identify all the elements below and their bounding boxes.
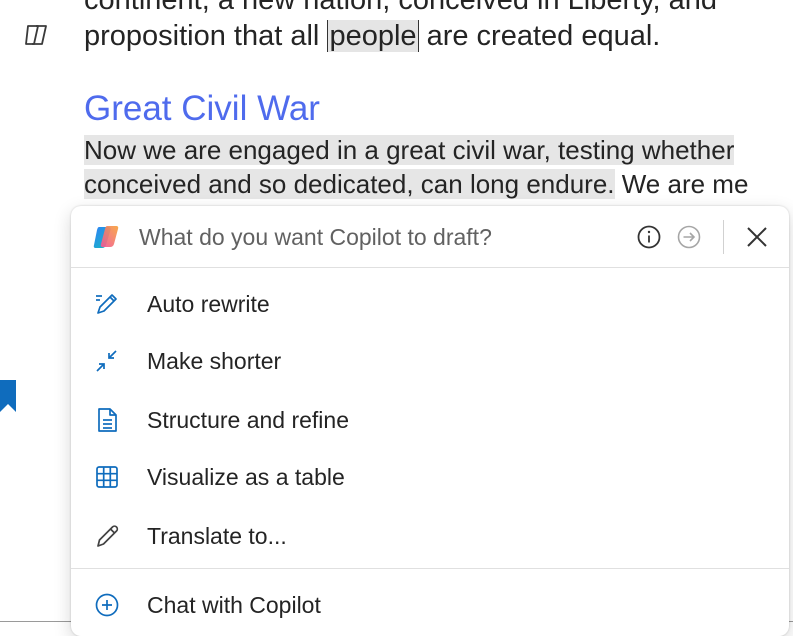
copilot-logo-icon: [93, 223, 121, 251]
text-run: proposition that all: [84, 20, 328, 52]
text-run: continent, a new nation, conceived in Li…: [84, 0, 718, 16]
text-run: are created equal.: [418, 20, 661, 52]
menu-item-label: Visualize as a table: [147, 464, 345, 490]
pen-sparkle-icon: [93, 290, 121, 318]
selected-word[interactable]: people: [327, 20, 419, 52]
pencil-icon: [93, 522, 121, 550]
menu-item-label: Structure and refine: [147, 407, 350, 433]
menu-item-label: Chat with Copilot: [147, 592, 321, 618]
divider: [71, 568, 789, 569]
menu-item-auto-rewrite[interactable]: Auto rewrite: [71, 276, 789, 332]
menu-item-chat-with-copilot[interactable]: Chat with Copilot: [71, 577, 789, 633]
document-text-line: Now we are engaged in a great civil war,…: [84, 134, 735, 167]
menu-item-label: Auto rewrite: [147, 291, 270, 317]
copilot-margin-icon[interactable]: [22, 22, 50, 48]
divider: [723, 220, 724, 254]
section-heading: Great Civil War: [84, 89, 320, 128]
highlighted-text: Now we are engaged in a great civil war,…: [84, 135, 735, 165]
send-arrow-icon[interactable]: [676, 224, 702, 250]
copilot-draft-menu: Auto rewrite Make shorter Structure and …: [71, 206, 789, 636]
document-text-line: conceived and so dedicated, can long end…: [84, 168, 748, 201]
menu-item-make-shorter[interactable]: Make shorter: [71, 333, 789, 389]
document-lines-icon: [93, 406, 121, 434]
highlighted-text: conceived and so dedicated, can long end…: [84, 169, 615, 199]
divider: [71, 267, 789, 268]
menu-item-label: Translate to...: [147, 523, 287, 549]
copilot-prompt-input[interactable]: [139, 220, 609, 254]
text-run: We are me: [614, 169, 749, 199]
menu-item-label: Make shorter: [147, 348, 282, 374]
bookmark-icon[interactable]: [0, 380, 16, 412]
prompt-bar: [71, 206, 789, 268]
info-icon[interactable]: [636, 224, 662, 250]
menu-item-visualize-as-table[interactable]: Visualize as a table: [71, 449, 789, 505]
arrows-collapse-icon: [93, 347, 121, 375]
table-icon: [93, 463, 121, 491]
add-circle-icon: [93, 591, 121, 619]
menu-item-translate-to[interactable]: Translate to...: [71, 508, 789, 564]
document-text-line: proposition that all people are created …: [84, 19, 660, 53]
document-text-line: continent, a new nation, conceived in Li…: [84, 0, 717, 17]
close-icon[interactable]: [743, 223, 771, 251]
menu-item-structure-and-refine[interactable]: Structure and refine: [71, 392, 789, 448]
